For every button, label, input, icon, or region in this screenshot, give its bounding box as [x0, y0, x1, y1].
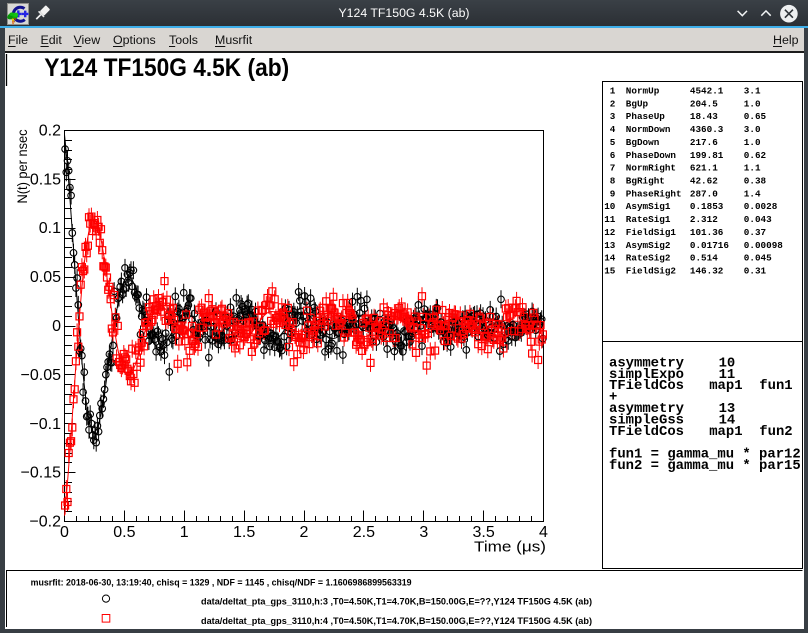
svg-text:3.0: 3.0 [744, 124, 761, 135]
svg-text:0.5: 0.5 [113, 524, 135, 541]
svg-text:map1: map1 [709, 378, 742, 394]
svg-text:BgDown: BgDown [626, 137, 660, 148]
svg-text:1: 1 [610, 85, 616, 96]
svg-text:11: 11 [604, 214, 616, 225]
svg-text:AsymSig1: AsymSig1 [626, 201, 671, 212]
svg-text:map1: map1 [709, 424, 742, 440]
svg-text:0.1853: 0.1853 [690, 201, 724, 212]
svg-text:18.43: 18.43 [690, 111, 718, 122]
svg-text:621.1: 621.1 [690, 163, 718, 174]
svg-text:0.514: 0.514 [690, 253, 718, 264]
svg-text:204.5: 204.5 [690, 98, 718, 109]
svg-text:data/deltat_pta_gps_3110,h:3 ,: data/deltat_pta_gps_3110,h:3 ,T0=4.50K,T… [201, 597, 592, 607]
svg-text:3: 3 [419, 524, 428, 541]
svg-text:10: 10 [604, 201, 616, 212]
svg-text:4542.1: 4542.1 [690, 85, 724, 96]
svg-text:287.0: 287.0 [690, 188, 718, 199]
svg-text:BgUp: BgUp [626, 98, 649, 109]
svg-text:NormRight: NormRight [626, 163, 676, 174]
svg-text:fun2 = gamma_mu * par15: fun2 = gamma_mu * par15 [609, 458, 801, 474]
svg-text:8: 8 [610, 176, 616, 187]
svg-text:4360.3: 4360.3 [690, 124, 724, 135]
svg-text:9: 9 [610, 188, 616, 199]
svg-text:0: 0 [60, 524, 69, 541]
svg-text:0.31: 0.31 [744, 266, 767, 277]
svg-text:−0.2: −0.2 [29, 514, 61, 531]
svg-text:6: 6 [610, 150, 616, 161]
svg-text:7: 7 [610, 163, 616, 174]
svg-text:data/deltat_pta_gps_3110,h:4 ,: data/deltat_pta_gps_3110,h:4 ,T0=4.50K,T… [201, 616, 592, 626]
svg-text:−0.05: −0.05 [21, 367, 62, 384]
svg-text:FieldSig1: FieldSig1 [626, 227, 677, 238]
svg-text:14: 14 [604, 253, 616, 264]
svg-text:1.4: 1.4 [744, 188, 761, 199]
svg-text:TFieldCos: TFieldCos [609, 424, 684, 440]
svg-text:fun2: fun2 [759, 424, 792, 440]
svg-text:RateSig2: RateSig2 [626, 253, 671, 264]
svg-text:1.0: 1.0 [744, 98, 761, 109]
svg-text:fun1: fun1 [759, 378, 792, 394]
svg-text:PhaseDown: PhaseDown [626, 150, 677, 161]
svg-text:NormDown: NormDown [626, 124, 671, 135]
svg-text:AsymSig2: AsymSig2 [626, 240, 671, 251]
svg-text:2: 2 [610, 98, 616, 109]
svg-text:5: 5 [610, 137, 616, 148]
svg-text:−0.15: −0.15 [21, 465, 62, 482]
svg-text:musrfit: 2018-06-30, 13:19:40,: musrfit: 2018-06-30, 13:19:40, chisq = 1… [31, 578, 412, 589]
svg-text:1: 1 [180, 524, 189, 541]
svg-text:2.5: 2.5 [353, 524, 375, 541]
svg-text:2: 2 [300, 524, 309, 541]
svg-text:0.045: 0.045 [744, 253, 772, 264]
svg-text:199.81: 199.81 [690, 150, 724, 161]
svg-text:BgRight: BgRight [626, 176, 665, 187]
svg-text:1.1: 1.1 [744, 163, 761, 174]
svg-text:RateSig1: RateSig1 [626, 214, 671, 225]
svg-text:0.0028: 0.0028 [744, 201, 778, 212]
svg-text:PhaseUp: PhaseUp [626, 111, 665, 122]
svg-text:PhaseRight: PhaseRight [626, 188, 682, 199]
svg-text:3: 3 [610, 111, 616, 122]
svg-text:0.01716: 0.01716 [690, 240, 729, 251]
svg-text:101.36: 101.36 [690, 227, 724, 238]
svg-text:0.62: 0.62 [744, 150, 767, 161]
svg-text:Time (μs): Time (μs) [474, 539, 546, 556]
svg-text:15: 15 [604, 266, 616, 277]
svg-text:1.0: 1.0 [744, 137, 761, 148]
svg-text:Y124 TF150G 4.5K (ab): Y124 TF150G 4.5K (ab) [44, 54, 289, 82]
svg-text:TFieldCos: TFieldCos [609, 378, 684, 394]
svg-text:0.65: 0.65 [744, 111, 767, 122]
svg-text:146.32: 146.32 [690, 266, 724, 277]
svg-text:13: 13 [604, 240, 616, 251]
svg-text:3.1: 3.1 [744, 85, 761, 96]
svg-text:N(t) per nsec: N(t) per nsec [14, 130, 30, 204]
svg-text:0.2: 0.2 [39, 123, 61, 140]
svg-text:0: 0 [52, 318, 61, 335]
svg-text:0.1: 0.1 [39, 220, 61, 237]
svg-text:42.62: 42.62 [690, 176, 718, 187]
svg-text:FieldSig2: FieldSig2 [626, 266, 677, 277]
svg-text:0.37: 0.37 [744, 227, 766, 238]
svg-text:217.6: 217.6 [690, 137, 718, 148]
svg-text:0.38: 0.38 [744, 176, 767, 187]
svg-text:0.00098: 0.00098 [744, 240, 783, 251]
svg-text:2.312: 2.312 [690, 214, 718, 225]
svg-text:0.043: 0.043 [744, 214, 772, 225]
svg-text:1.5: 1.5 [233, 524, 255, 541]
svg-text:0.05: 0.05 [30, 269, 61, 286]
svg-text:NormUp: NormUp [626, 85, 660, 96]
svg-text:12: 12 [604, 227, 616, 238]
svg-text:0.15: 0.15 [30, 171, 61, 188]
svg-text:4: 4 [610, 124, 616, 135]
svg-text:−0.1: −0.1 [29, 416, 61, 433]
